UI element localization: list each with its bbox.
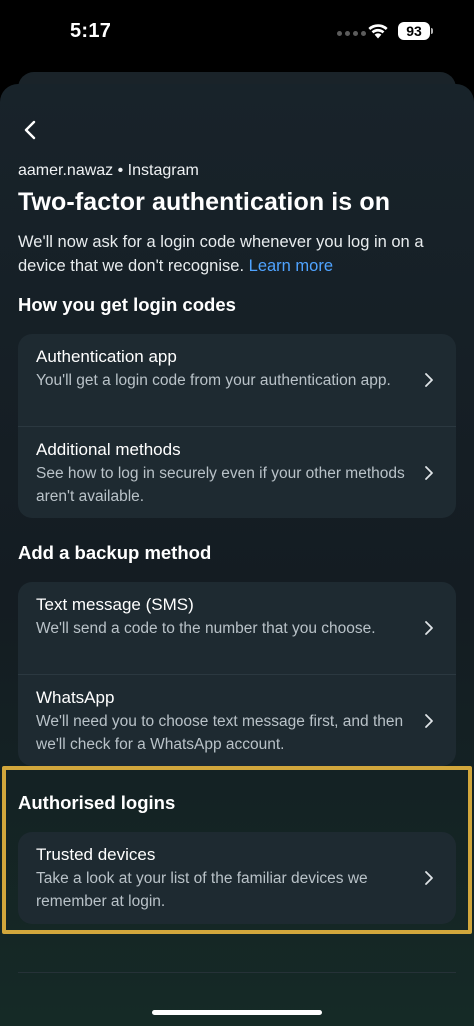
list-item-subtitle: We'll need you to choose text message fi…	[36, 713, 404, 753]
list-item-text-message[interactable]: Text message (SMS) We'll send a code to …	[18, 582, 456, 674]
two-factor-sheet: aamer.nawaz • Instagram Two-factor authe…	[0, 84, 474, 1026]
list-item-authentication-app[interactable]: Authentication app You'll get a login co…	[18, 334, 456, 426]
description-text: We'll now ask for a login code whenever …	[18, 233, 424, 275]
section-heading-backup: Add a backup method	[18, 542, 212, 563]
list-item-subtitle: You'll get a login code from your authen…	[36, 372, 391, 389]
chevron-right-icon	[425, 373, 433, 387]
section-heading-login-codes: How you get login codes	[18, 294, 236, 315]
chevron-right-icon	[425, 466, 433, 480]
section-heading-authorised-logins: Authorised logins	[18, 792, 176, 813]
wifi-icon	[368, 24, 388, 39]
list-item-title: Additional methods	[36, 440, 181, 459]
divider	[18, 972, 456, 973]
page-description: We'll now ask for a login code whenever …	[18, 230, 458, 278]
status-bar: 5:17 93	[0, 0, 474, 64]
list-item-whatsapp[interactable]: WhatsApp We'll need you to choose text m…	[18, 674, 456, 766]
authorised-logins-card: Trusted devices Take a look at your list…	[18, 832, 456, 924]
cellular-signal-icon	[337, 31, 366, 36]
list-item-subtitle: We'll send a code to the number that you…	[36, 620, 376, 637]
list-item-trusted-devices[interactable]: Trusted devices Take a look at your list…	[18, 832, 456, 924]
chevron-right-icon	[425, 621, 433, 635]
page-title: Two-factor authentication is on	[18, 188, 391, 216]
list-item-subtitle: See how to log in securely even if your …	[36, 465, 405, 505]
back-button[interactable]	[14, 114, 46, 146]
list-item-title: WhatsApp	[36, 688, 115, 707]
chevron-right-icon	[425, 871, 433, 885]
status-time: 5:17	[70, 20, 112, 42]
list-item-title: Authentication app	[36, 347, 177, 366]
battery-tip	[431, 28, 433, 34]
account-label: aamer.nawaz • Instagram	[18, 162, 199, 179]
list-item-additional-methods[interactable]: Additional methods See how to log in sec…	[18, 426, 456, 518]
list-item-title: Text message (SMS)	[36, 595, 194, 614]
list-item-title: Trusted devices	[36, 845, 156, 864]
backup-methods-card: Text message (SMS) We'll send a code to …	[18, 582, 456, 766]
login-codes-card: Authentication app You'll get a login co…	[18, 334, 456, 518]
list-item-subtitle: Take a look at your list of the familiar…	[36, 870, 368, 910]
learn-more-link[interactable]: Learn more	[249, 257, 333, 275]
chevron-left-icon	[24, 120, 36, 140]
home-indicator[interactable]	[152, 1010, 322, 1015]
chevron-right-icon	[425, 714, 433, 728]
battery-indicator: 93	[398, 22, 430, 40]
